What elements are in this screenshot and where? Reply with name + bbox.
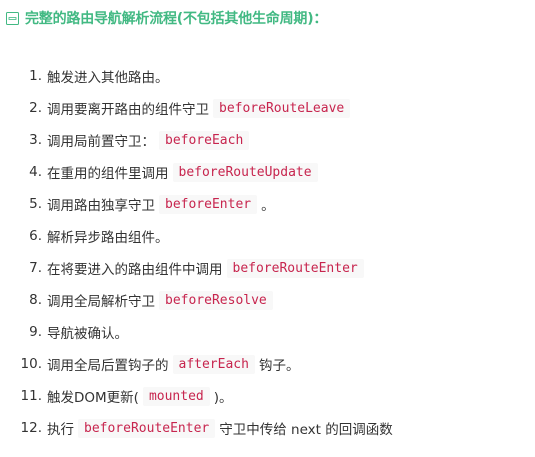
list-item: 12. 执行 beforeRouteEnter 守卫中传给 next 的回调函数 bbox=[0, 412, 393, 444]
list-item: 7. 在将要进入的路由组件中调用 beforeRouteEnter bbox=[0, 252, 393, 284]
step-number: 6. bbox=[29, 228, 42, 244]
step-number: 10. bbox=[20, 356, 42, 372]
step-text: 触发进入其他路由。 bbox=[47, 70, 169, 86]
step-text: 调用全局解析守卫 bbox=[47, 294, 155, 310]
list-item: 1. 触发进入其他路由。 bbox=[0, 60, 393, 92]
step-number: 3. bbox=[29, 132, 42, 148]
step-text: 在重用的组件里调用 bbox=[47, 166, 169, 182]
list-item: 3. 调用局前置守卫： beforeEach bbox=[0, 124, 393, 156]
step-text: 导航被确认。 bbox=[47, 326, 128, 342]
inline-code: beforeEnter bbox=[159, 194, 258, 214]
step-number: 11. bbox=[20, 388, 42, 404]
step-number: 12. bbox=[20, 420, 42, 436]
step-number: 9. bbox=[29, 324, 42, 340]
heading-title: 完整的路由导航解析流程(不包括其他生命周期)： bbox=[25, 11, 328, 27]
step-number: 1. bbox=[29, 68, 42, 84]
list-item: 9. 导航被确认。 bbox=[0, 316, 393, 348]
step-text: 执行 bbox=[47, 422, 74, 438]
inline-code: afterEach bbox=[172, 354, 255, 374]
step-text: 调用路由独享守卫 bbox=[47, 198, 155, 214]
step-text: 在将要进入的路由组件中调用 bbox=[47, 262, 223, 278]
inline-code: beforeRouteLeave bbox=[213, 98, 351, 118]
list-item: 2. 调用要离开路由的组件守卫 beforeRouteLeave bbox=[0, 92, 393, 124]
step-number: 8. bbox=[29, 292, 42, 308]
list-item: 4. 在重用的组件里调用 beforeRouteUpdate bbox=[0, 156, 393, 188]
list-item: 11. 触发DOM更新(mounted)。 bbox=[0, 380, 393, 412]
step-number: 2. bbox=[29, 100, 42, 116]
inline-code: beforeEach bbox=[159, 130, 250, 150]
section-heading: 完整的路由导航解析流程(不包括其他生命周期)： bbox=[6, 6, 327, 30]
step-text: 钩子。 bbox=[258, 358, 300, 374]
navigation-steps-list: 1. 触发进入其他路由。 2. 调用要离开路由的组件守卫 beforeRouteLeav… bbox=[0, 60, 393, 444]
inline-code: beforeRouteEnter bbox=[226, 258, 364, 278]
list-item: 10. 调用全局后置钩子的 afterEach 钩子。 bbox=[0, 348, 393, 380]
inline-code: mounted bbox=[142, 386, 210, 406]
step-text: )。 bbox=[213, 390, 233, 406]
step-number: 7. bbox=[29, 260, 42, 276]
list-item: 5. 调用路由独享守卫 beforeEnter。 bbox=[0, 188, 393, 220]
expand-box-icon[interactable] bbox=[6, 11, 19, 25]
step-text: 守卫中传给 next 的回调函数 bbox=[219, 422, 393, 438]
inline-code: beforeResolve bbox=[159, 290, 273, 310]
step-number: 5. bbox=[29, 196, 42, 212]
step-text: 调用局前置守卫： bbox=[47, 134, 155, 150]
list-item: 6. 解析异步路由组件。 bbox=[0, 220, 393, 252]
inline-code: beforeRouteEnter bbox=[78, 418, 216, 438]
list-item: 8. 调用全局解析守卫 beforeResolve bbox=[0, 284, 393, 316]
step-number: 4. bbox=[29, 164, 42, 180]
step-text: 触发DOM更新( bbox=[47, 390, 139, 406]
step-text: 解析异步路由组件。 bbox=[47, 230, 169, 246]
step-text: 。 bbox=[261, 198, 275, 214]
step-text: 调用全局后置钩子的 bbox=[47, 358, 169, 374]
step-text: 调用要离开路由的组件守卫 bbox=[47, 102, 209, 118]
inline-code: beforeRouteUpdate bbox=[172, 162, 318, 182]
